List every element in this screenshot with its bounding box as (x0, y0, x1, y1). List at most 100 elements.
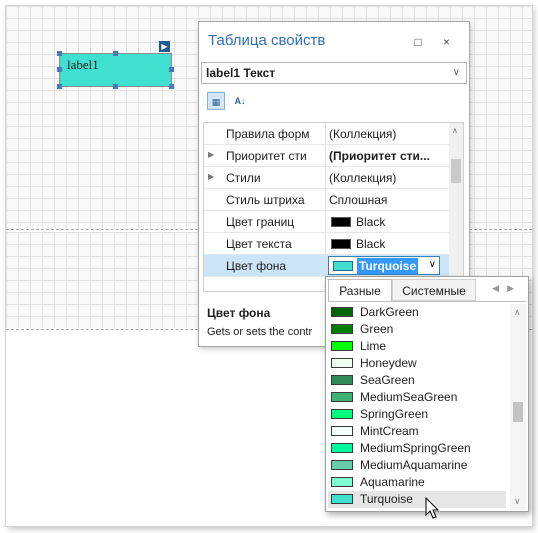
resize-handle[interactable] (113, 84, 118, 89)
chevron-down-icon[interactable]: ∨ (514, 496, 521, 507)
tab-scroll-arrows[interactable]: ◀▶ (492, 283, 522, 294)
color-swatch (331, 392, 353, 402)
color-item[interactable]: MintCream (328, 423, 506, 440)
color-item-selected[interactable]: Turquoise (328, 491, 506, 508)
object-selector-value: label1 Текст (206, 66, 276, 80)
color-list-scrollbar[interactable]: ∧ ∨ (510, 304, 526, 510)
color-swatch (331, 341, 353, 351)
color-name: Lime (360, 339, 387, 353)
color-name: MediumAquamarine (360, 458, 468, 472)
panel-title: Таблица свойств (208, 32, 326, 49)
property-row-selected[interactable]: Цвет фона Turquoise ∨ (204, 255, 450, 277)
color-swatch (331, 375, 353, 385)
color-name: MintCream (360, 424, 419, 438)
color-item[interactable]: DarkGreen (328, 304, 506, 321)
color-swatch (331, 324, 353, 334)
property-toolbar: ▦ A↓ (201, 86, 467, 116)
tab-system-colors[interactable]: Системные (392, 279, 476, 301)
color-swatch (333, 261, 353, 271)
color-editor-combobox[interactable]: Turquoise ∨ (328, 256, 440, 275)
column-divider (325, 189, 326, 211)
color-item[interactable]: MediumSeaGreen (328, 389, 506, 406)
column-divider (325, 123, 326, 145)
sort-az-icon[interactable]: A↓ (231, 92, 249, 110)
resize-handle[interactable] (57, 84, 62, 89)
color-name: DarkGreen (360, 305, 419, 319)
property-value: (Коллекция) (329, 171, 397, 185)
color-name: Aquamarine (360, 475, 425, 489)
tab-custom-colors[interactable]: Разные (328, 279, 392, 301)
color-swatch (331, 358, 353, 368)
color-name: SeaGreen (360, 373, 415, 387)
color-item[interactable]: SeaGreen (328, 372, 506, 389)
property-value: Black (356, 215, 386, 229)
chevron-down-icon[interactable]: ∨ (429, 259, 436, 270)
column-divider (325, 167, 326, 189)
property-value: (Коллекция) (329, 127, 397, 141)
color-name: MediumSpringGreen (360, 441, 471, 455)
column-divider (325, 211, 326, 233)
color-editor-value[interactable]: Turquoise (357, 258, 419, 274)
resize-handle[interactable] (169, 84, 174, 89)
property-value: (Приоритет сти... (329, 149, 430, 163)
mouse-pointer-icon (425, 497, 440, 519)
color-swatch (331, 217, 351, 227)
expand-arrow-icon[interactable]: ▶ (208, 172, 214, 181)
color-swatch (331, 409, 353, 419)
color-name: SpringGreen (360, 407, 429, 421)
color-list: DarkGreen Green Lime Honeydew SeaGreen M… (328, 304, 506, 510)
color-swatch (331, 494, 353, 504)
column-divider (325, 255, 326, 277)
property-grid-scrollbar[interactable]: ∧ (449, 123, 463, 291)
object-selector[interactable]: label1 Текст ∨ (201, 62, 467, 84)
chevron-up-icon[interactable]: ∧ (514, 307, 521, 318)
tab-divider (328, 301, 526, 302)
color-swatch (331, 426, 353, 436)
color-item[interactable]: Honeydew (328, 355, 506, 372)
color-item[interactable]: Green (328, 321, 506, 338)
scrollbar-thumb[interactable] (513, 402, 523, 422)
panel-window-buttons[interactable]: □ × (414, 35, 459, 49)
property-name: Приоритет сти (226, 149, 307, 163)
color-name: Turquoise (360, 492, 413, 506)
resize-handle[interactable] (57, 51, 62, 56)
property-row[interactable]: Цвет границ Black (204, 211, 450, 233)
resize-handle[interactable] (169, 67, 174, 72)
color-swatch (331, 307, 353, 317)
property-row[interactable]: ▶ Стили (Коллекция) (204, 167, 450, 189)
color-name: Honeydew (360, 356, 417, 370)
property-value: Black (356, 237, 386, 251)
expand-arrow-icon[interactable]: ▶ (208, 150, 214, 159)
categorized-view-icon[interactable]: ▦ (207, 92, 225, 110)
color-item[interactable]: Lime (328, 338, 506, 355)
scrollbar-thumb[interactable] (451, 159, 461, 183)
property-name: Стиль штриха (226, 193, 305, 207)
property-row[interactable]: ▶ Приоритет сти (Приоритет сти... (204, 145, 450, 167)
property-name: Цвет фона (226, 259, 287, 273)
property-row[interactable]: Стиль штриха Сплошная (204, 189, 450, 211)
color-item[interactable]: Aquamarine (328, 474, 506, 491)
color-name: MediumSeaGreen (360, 390, 458, 404)
report-label-control[interactable]: label1 (59, 53, 172, 87)
chevron-up-icon[interactable]: ∧ (452, 126, 458, 135)
resize-handle[interactable] (57, 67, 62, 72)
color-item[interactable]: MediumSpringGreen (328, 440, 506, 457)
color-swatch (331, 477, 353, 487)
property-name: Цвет текста (226, 237, 292, 251)
resize-handle[interactable] (113, 51, 118, 56)
property-name: Цвет границ (226, 215, 295, 229)
property-grid: Правила форм (Коллекция) ▶ Приоритет сти… (203, 122, 464, 292)
label-text: label1 (67, 57, 99, 72)
color-picker-dropdown: Разные Системные ◀▶ DarkGreen Green Lime… (325, 276, 529, 512)
property-name: Стили (226, 171, 261, 185)
property-row[interactable]: Цвет текста Black (204, 233, 450, 255)
color-swatch (331, 443, 353, 453)
property-row[interactable]: Правила форм (Коллекция) (204, 123, 450, 145)
color-swatch (331, 460, 353, 470)
color-name: Green (360, 322, 394, 336)
color-item[interactable]: SpringGreen (328, 406, 506, 423)
color-swatch (331, 239, 351, 249)
color-item[interactable]: MediumAquamarine (328, 457, 506, 474)
chevron-down-icon[interactable]: ∨ (453, 67, 460, 78)
smart-tag-icon[interactable]: ▶ (159, 41, 170, 52)
